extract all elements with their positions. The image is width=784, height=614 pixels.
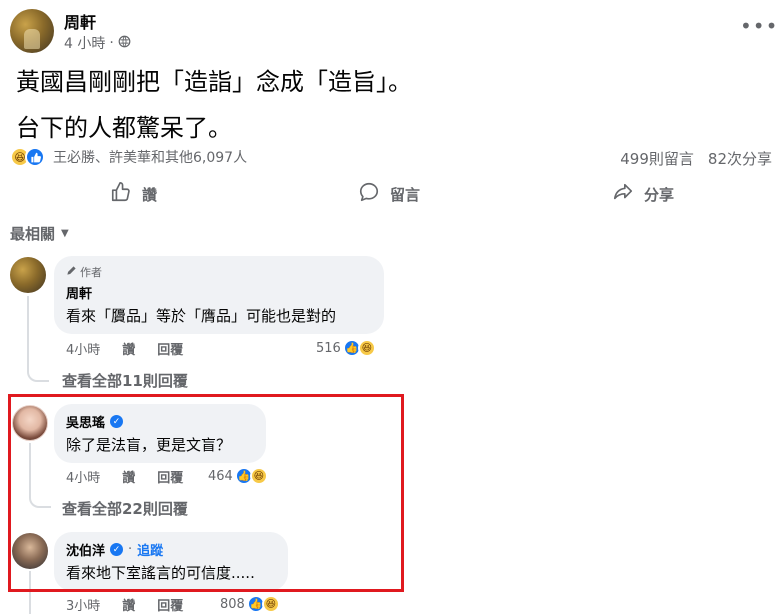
reactions-summary[interactable]: 😆 王必勝、許美華和其他6,097人 <box>10 146 247 168</box>
highlight-box <box>8 394 404 592</box>
commenter-name-text[interactable]: 周軒 <box>66 283 92 302</box>
comment-reply-link[interactable]: 回覆 <box>157 595 183 614</box>
globe-icon <box>118 35 131 52</box>
post-text-line-2: 台下的人都驚呆了。 <box>16 114 232 142</box>
sort-label: 最相關 <box>10 225 56 243</box>
comment-reply-link[interactable]: 回覆 <box>157 339 183 358</box>
meta-separator: · <box>109 35 114 51</box>
commenter-name[interactable]: 周軒 <box>66 283 372 302</box>
comment-text: 看來「贗品」等於「膺品」可能也是對的 <box>66 307 337 325</box>
post-time[interactable]: 4 小時 <box>64 33 105 53</box>
more-options-icon[interactable]: ••• <box>740 16 778 36</box>
thumbs-up-icon <box>110 181 132 207</box>
share-count[interactable]: 82次分享 <box>708 148 772 169</box>
comment-meta: 4小時 讚 回覆 <box>66 339 183 358</box>
comment-avatar[interactable] <box>10 257 46 293</box>
share-arrow-icon <box>612 181 634 207</box>
comment-sort-dropdown[interactable]: 最相關 ▼ <box>10 223 69 244</box>
post-text-line-1: 黃國昌剛剛把「造詣」念成「造旨」。 <box>16 68 412 96</box>
comment-button[interactable]: 留言 <box>358 181 420 207</box>
comment-reactions[interactable]: 516 👍 😆 <box>316 339 376 357</box>
post-author-avatar[interactable] <box>10 9 54 53</box>
like-button-label: 讚 <box>142 185 158 204</box>
comment-like-link[interactable]: 讚 <box>122 339 135 358</box>
comment-bubble: 作者 周軒 看來「贗品」等於「膺品」可能也是對的 <box>54 256 384 334</box>
post-meta: 4 小時 · <box>64 33 131 53</box>
reaction-count: 808 <box>220 596 245 612</box>
comment-button-label: 留言 <box>390 185 421 204</box>
comment-like-link[interactable]: 讚 <box>122 595 135 614</box>
author-badge-label: 作者 <box>80 266 102 279</box>
like-reaction-icon <box>25 147 45 167</box>
thread-line <box>27 296 29 368</box>
share-button[interactable]: 分享 <box>612 181 674 207</box>
post-author-name[interactable]: 周軒 <box>64 9 96 33</box>
caret-down-icon: ▼ <box>61 228 69 239</box>
comment-time[interactable]: 4小時 <box>66 339 100 358</box>
comment-meta: 3小時 讚 回覆 <box>66 595 183 614</box>
reaction-count: 516 <box>316 340 341 356</box>
share-button-label: 分享 <box>644 185 675 204</box>
haha-reaction-icon: 😆 <box>261 595 280 613</box>
comment-bubble-icon <box>358 181 380 207</box>
comment-reactions[interactable]: 808 👍 😆 <box>220 595 280 613</box>
engagement-counts: 499則留言 82次分享 <box>620 148 772 169</box>
comment-count[interactable]: 499則留言 <box>620 148 694 169</box>
haha-reaction-icon: 😆 <box>357 339 376 357</box>
thread-curve <box>27 368 49 382</box>
pencil-icon <box>66 265 77 279</box>
like-button[interactable]: 讚 <box>110 181 157 207</box>
author-badge: 作者 <box>66 264 372 280</box>
reactors-text[interactable]: 王必勝、許美華和其他6,097人 <box>53 147 247 167</box>
comment-time[interactable]: 3小時 <box>66 595 100 614</box>
view-replies-link[interactable]: 查看全部11則回覆 <box>62 370 188 391</box>
